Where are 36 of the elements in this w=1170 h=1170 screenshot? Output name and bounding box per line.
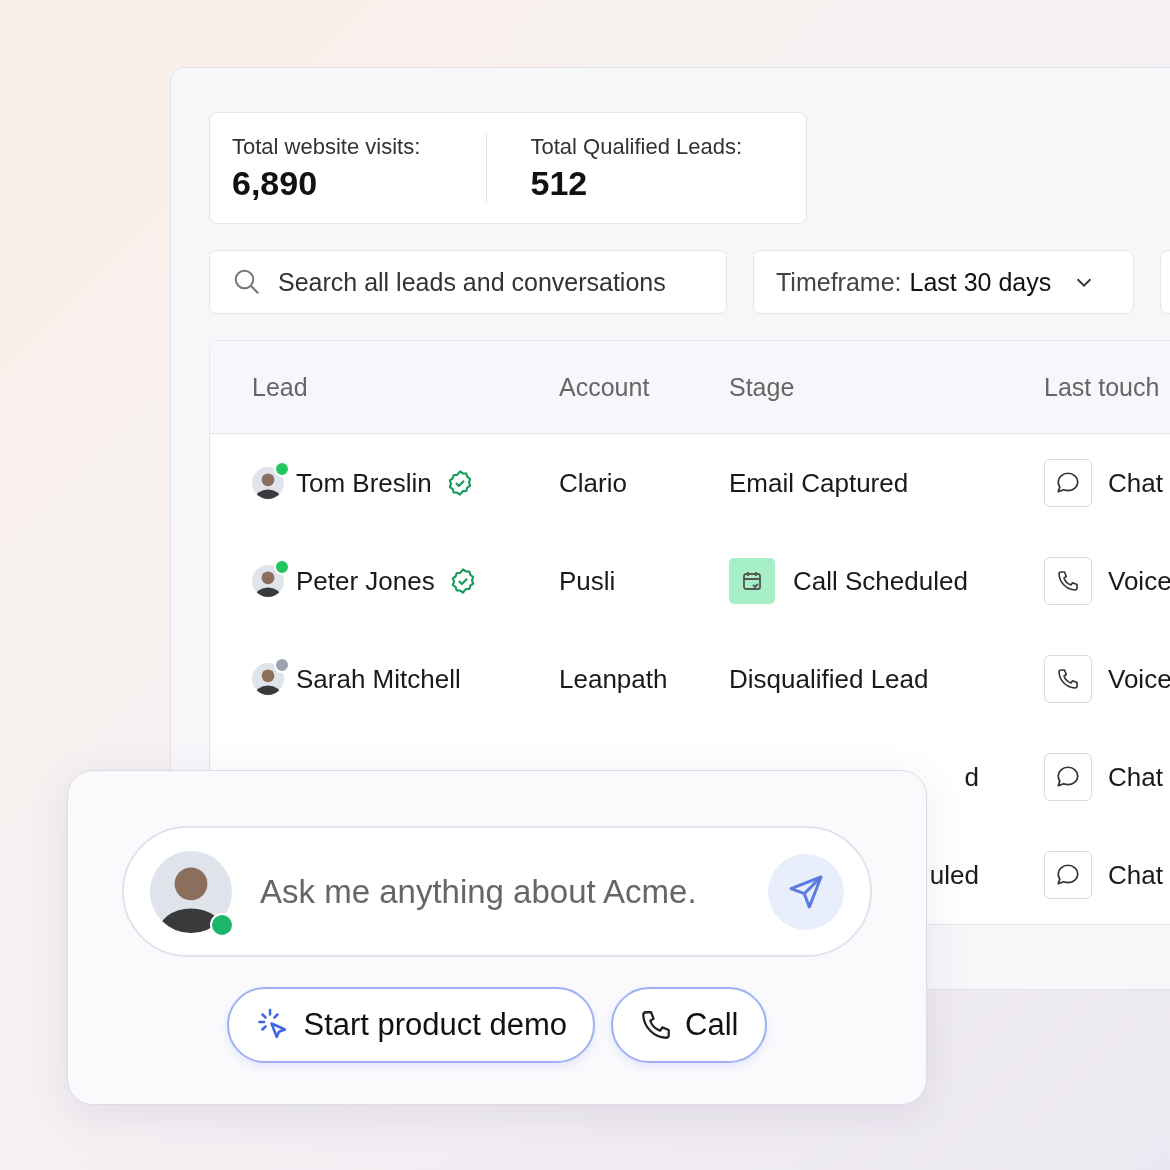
call-button[interactable]: Call: [611, 987, 767, 1063]
search-icon: [232, 267, 262, 297]
stat-label: Total website visits:: [232, 133, 422, 160]
demo-button[interactable]: Start product demo: [227, 987, 596, 1063]
stat-value: 6,890: [232, 163, 319, 203]
search-bar[interactable]: Search all leads and conversations: [209, 250, 727, 314]
channel-label: Chat: [1108, 859, 1163, 891]
channel-label: Chat: [1108, 761, 1163, 793]
channel-label: Voice: [1108, 565, 1170, 597]
ask-field[interactable]: Ask me anything about Acme.: [258, 871, 742, 912]
stage-label: Call Scheduled: [793, 565, 968, 597]
column-header: Last touch: [1044, 372, 1161, 402]
phone-icon: [1056, 667, 1080, 691]
lead-name: Sarah Mitchell: [296, 663, 461, 695]
phone-icon: [1056, 569, 1080, 593]
timeframe-dropdown[interactable]: Timeframe: Last 30 days: [753, 250, 1134, 314]
column-header: Lead: [252, 372, 309, 402]
avatar: [252, 467, 284, 499]
avatar: [252, 663, 284, 695]
stage-label: Disqualified Lead: [729, 663, 929, 695]
column-header: Account: [559, 372, 651, 402]
stage-label: uled: [929, 859, 979, 891]
channel-label: Chat: [1108, 467, 1163, 499]
column-header: Stage: [729, 372, 796, 402]
stat-value: 512: [530, 163, 589, 203]
avatar: [252, 565, 284, 597]
account-name: Clario: [559, 467, 627, 499]
search-field[interactable]: Search all leads and conversations: [276, 266, 704, 298]
stat-label: Total Qualified Leads:: [530, 133, 744, 160]
lead-name: Tom Breslin: [296, 467, 432, 499]
account-name: Pusli: [559, 565, 616, 597]
stage-label: d: [964, 761, 979, 793]
account-name: Leanpath: [559, 663, 668, 695]
lead-name: Peter Jones: [296, 565, 435, 597]
stage-label: Email Captured: [729, 467, 909, 499]
channel-label: Voice: [1108, 663, 1170, 695]
